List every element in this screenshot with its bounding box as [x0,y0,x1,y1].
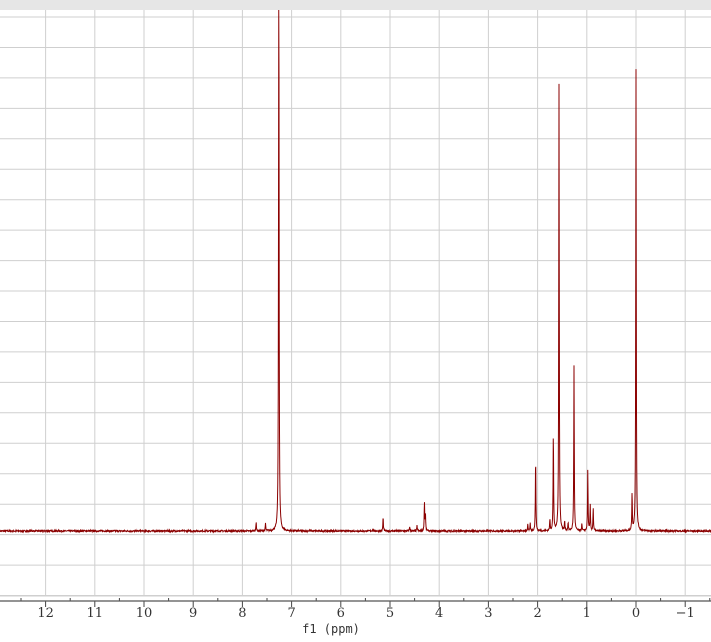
x-tick-label: 5 [386,606,394,621]
x-axis-title: f1 (ppm) [302,622,360,636]
x-tick-label: −1 [676,606,695,621]
x-tick-label: 2 [533,606,541,621]
x-tick-label: 9 [189,606,197,621]
x-tick-label: 4 [435,606,443,621]
spectrum-line [0,9,711,534]
x-tick-label: 7 [287,606,295,621]
grid [0,10,711,596]
nmr-spectrum-chart: 12 11 10 9 8 7 6 5 4 3 2 1 0 −1 f1 (ppm) [0,9,711,636]
x-tick-label: 12 [37,606,54,621]
x-tick-label: 1 [583,606,591,621]
x-axis: 12 11 10 9 8 7 6 5 4 3 2 1 0 −1 [0,595,711,621]
x-tick-label: 11 [87,606,104,621]
x-tick-label: 0 [632,606,640,621]
x-tick-label: 8 [238,606,246,621]
x-tick-label: 10 [136,606,153,621]
x-tick-label: 6 [337,606,345,621]
x-tick-label: 3 [484,606,492,621]
